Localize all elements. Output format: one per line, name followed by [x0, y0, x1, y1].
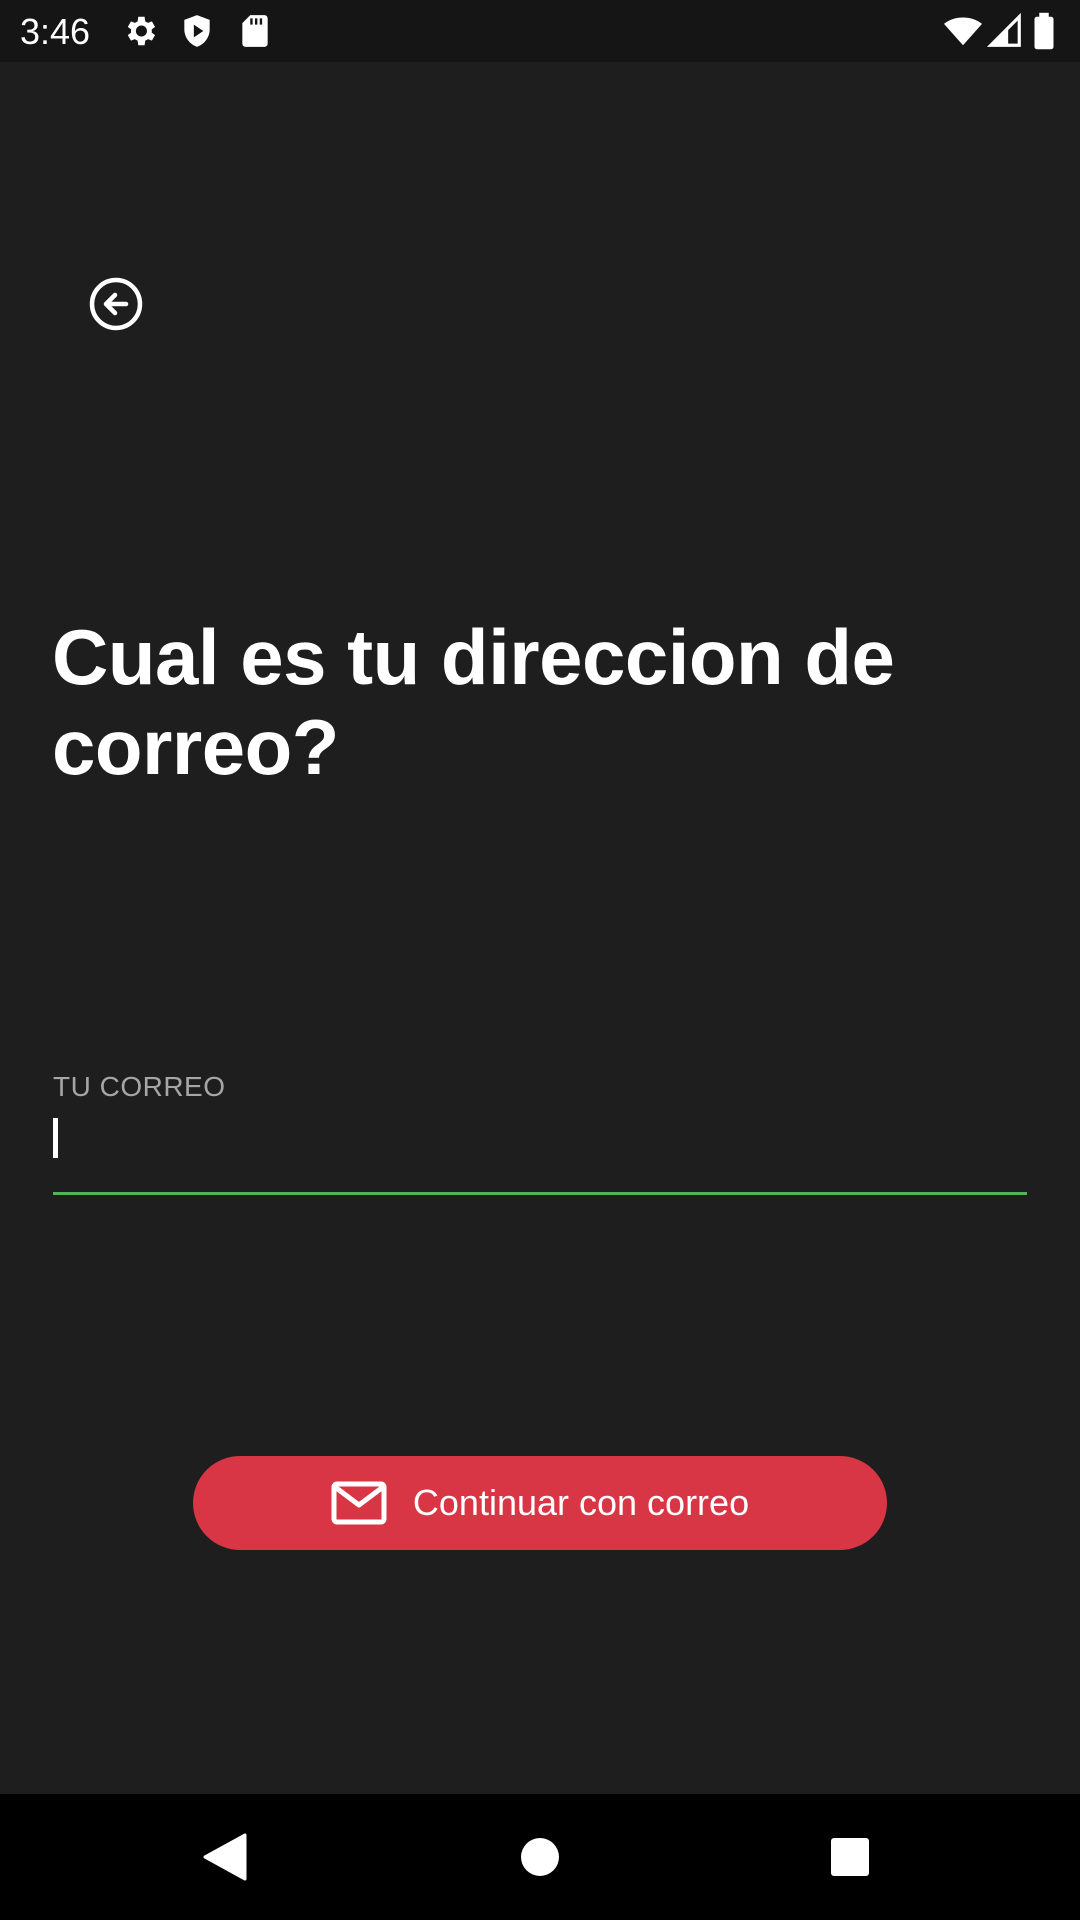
battery-icon — [1029, 12, 1059, 50]
nav-home-button[interactable] — [510, 1827, 570, 1887]
signal-icon — [986, 12, 1024, 50]
mail-icon — [331, 1481, 387, 1525]
back-triangle-icon — [203, 1833, 247, 1881]
nav-back-button[interactable] — [195, 1827, 255, 1887]
back-button[interactable] — [84, 272, 148, 336]
sd-card-icon — [236, 12, 274, 50]
email-signup-screen: 3:46 Cual es tu direccion de correo? TU — [0, 0, 1080, 1920]
shield-play-icon — [178, 12, 216, 50]
navigation-bar — [0, 1794, 1080, 1920]
arrow-left-circle-icon — [89, 277, 143, 331]
text-cursor — [53, 1118, 58, 1158]
recents-square-icon — [831, 1838, 869, 1876]
status-bar: 3:46 — [0, 0, 1080, 62]
gear-icon — [121, 12, 159, 50]
continue-button-label: Continuar con correo — [412, 1482, 750, 1523]
nav-recents-button[interactable] — [820, 1827, 880, 1887]
email-field-label: TU CORREO — [53, 1071, 226, 1102]
continue-with-email-button[interactable]: Continuar con correo — [193, 1456, 887, 1550]
wifi-icon — [944, 12, 982, 50]
page-title: Cual es tu direccion de correo? — [52, 613, 895, 791]
status-time: 3:46 — [20, 11, 91, 52]
email-field[interactable] — [53, 1108, 1027, 1195]
email-input[interactable] — [53, 1108, 1027, 1188]
home-circle-icon — [521, 1838, 559, 1876]
